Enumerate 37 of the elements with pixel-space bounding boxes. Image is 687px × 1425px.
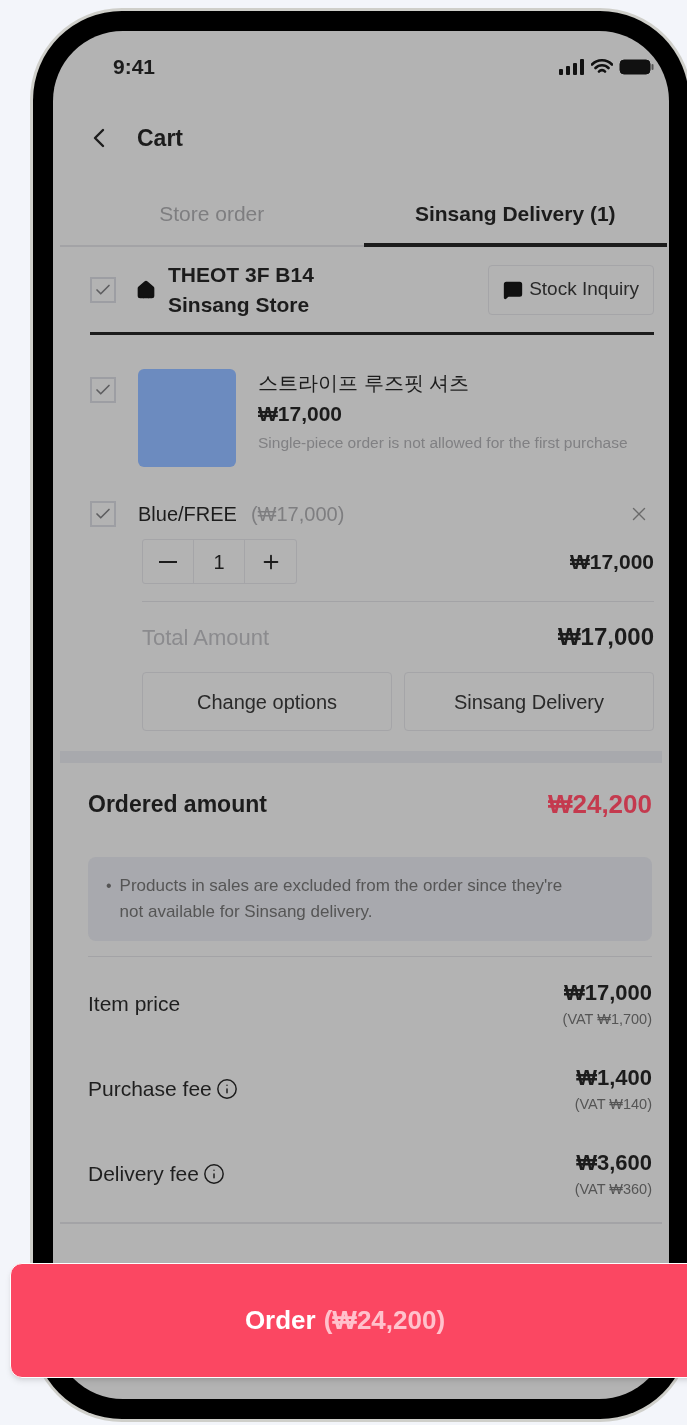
- fee-vat: (VAT ₩1,700): [562, 1010, 652, 1030]
- fee-vat: (VAT ₩360): [574, 1180, 652, 1200]
- signal-icon: [559, 59, 585, 75]
- status-time: 9:41: [113, 54, 156, 81]
- product-name: 스트라이프 루즈핏 셔츠: [258, 371, 471, 396]
- ordered-amount-value: ₩24,200: [547, 787, 652, 821]
- store-name: THEOT 3F B14 Sinsang Store: [168, 261, 315, 318]
- page-title: Cart: [137, 123, 183, 153]
- chat-icon: [503, 279, 524, 300]
- info-icon[interactable]: [215, 1077, 238, 1100]
- info-icon[interactable]: [202, 1162, 225, 1185]
- wifi-icon: [591, 59, 613, 75]
- product-price: ₩17,000: [258, 401, 344, 427]
- minus-icon: [159, 560, 177, 563]
- quantity-value: 1: [194, 540, 245, 583]
- action-button[interactable]: Change options: [142, 672, 392, 731]
- battery-icon: [619, 59, 655, 75]
- fee-label: Purchase fee: [88, 1075, 212, 1102]
- total-amount: ₩17,000: [557, 622, 654, 652]
- fee-amount: ₩1,400: [576, 1064, 652, 1093]
- fee-amount: ₩3,600: [576, 1149, 652, 1178]
- option-label: Blue/FREE: [138, 502, 237, 527]
- stock-inquiry-button[interactable]: Stock Inquiry: [488, 264, 654, 315]
- checkbox[interactable]: [90, 276, 116, 303]
- notice-text: Products in sales are excluded from the order since they're not available for Sinsang delivery.: [119, 875, 564, 923]
- fee-label: Item price: [88, 990, 181, 1017]
- bullet: •: [106, 876, 112, 896]
- fee-vat: (VAT ₩140): [574, 1095, 652, 1115]
- action-button[interactable]: Sinsang Delivery: [404, 672, 654, 731]
- store-icon: [136, 279, 156, 300]
- tab[interactable]: Sinsang Delivery (1): [363, 185, 667, 247]
- option-total: ₩17,000: [569, 548, 654, 575]
- fee-amount: ₩17,000: [563, 979, 652, 1008]
- ordered-amount-label: Ordered amount: [88, 789, 267, 819]
- checkbox[interactable]: [90, 377, 116, 403]
- checkbox[interactable]: [90, 501, 116, 527]
- fee-label: Delivery fee: [88, 1160, 199, 1187]
